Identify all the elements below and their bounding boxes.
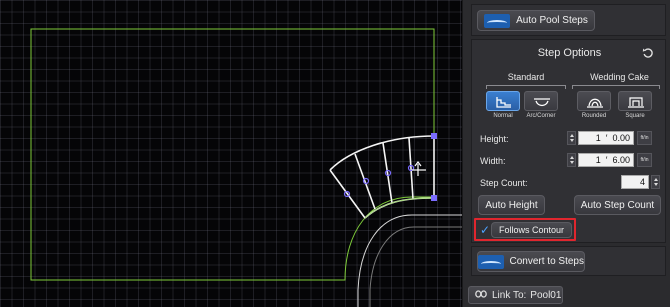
step-type-square-button[interactable] [618, 91, 652, 111]
step-type-normal-button[interactable] [486, 91, 520, 111]
step-type-rounded-button[interactable] [577, 91, 611, 111]
checkmark-icon[interactable]: ✓ [480, 223, 490, 237]
height-inches: 0.00 [612, 133, 630, 143]
link-to-label: Link To: [492, 289, 527, 301]
width-spinner[interactable] [567, 153, 576, 167]
height-spinner[interactable] [567, 131, 576, 145]
step-count-spinner[interactable] [651, 175, 660, 189]
convert-steps-icon [478, 254, 504, 269]
corner-handle-bottom [431, 195, 437, 201]
design-canvas[interactable] [0, 0, 462, 307]
square-step-icon [628, 97, 644, 108]
arc-corner-step-icon [534, 98, 550, 107]
height-unit-toggle[interactable]: ft/in [637, 131, 652, 145]
step-handles [343, 164, 415, 198]
width-inches: 6.00 [612, 155, 630, 165]
height-feet: 1 [595, 133, 601, 143]
step-count-label: Step Count: [480, 178, 528, 188]
width-label: Width: [480, 156, 506, 166]
auto-pool-steps-section: Auto Pool Steps [471, 4, 666, 36]
follows-contour-highlight: ✓ Follows Contour [474, 218, 576, 241]
normal-step-icon [496, 97, 511, 108]
corner-handle-top [431, 133, 437, 139]
pool-steps [329, 135, 435, 219]
auto-step-count-button[interactable]: Auto Step Count [574, 195, 661, 215]
standard-group-label: Standard [507, 72, 545, 82]
width-field[interactable]: 1 ′ 6.00 [578, 153, 634, 167]
step-type-rounded-caption: Rounded [581, 113, 607, 119]
height-field[interactable]: 1 ′ 0.00 [578, 131, 634, 145]
reset-icon[interactable] [642, 47, 654, 59]
link-to-button[interactable]: Link To: Pool01 [468, 286, 563, 304]
standard-group-bracket [486, 85, 566, 89]
move-cursor-icon [412, 161, 426, 176]
wedding-cake-group-label: Wedding Cake [590, 72, 649, 82]
coping-contour [357, 214, 462, 307]
step-count-field[interactable]: 4 [621, 175, 649, 189]
step-type-arc-corner-button[interactable] [524, 91, 558, 111]
convert-to-steps-button[interactable]: Convert to Steps [477, 251, 585, 272]
coping-inner [369, 226, 462, 307]
wedding-cake-group-bracket [572, 85, 660, 89]
link-icon [475, 289, 487, 301]
link-to-value: Pool01 [530, 289, 562, 301]
height-label: Height: [480, 134, 509, 144]
pool-outline [30, 28, 435, 281]
step-options-section: Step Options Standard Wedding Cake Norma… [471, 39, 666, 243]
auto-pool-steps-label: Auto Pool Steps [516, 15, 588, 26]
follows-contour-toggle[interactable]: Follows Contour [491, 222, 572, 238]
step-type-square-caption: Square [625, 113, 645, 119]
convert-to-steps-label: Convert to Steps [509, 256, 584, 267]
width-unit-toggle[interactable]: ft/in [637, 153, 652, 167]
step-options-title: Step Options [537, 47, 602, 59]
step-type-normal-caption: Normal [493, 113, 513, 119]
step-type-arc-corner-caption: Arc/Corner [526, 113, 556, 119]
properties-panel: Auto Pool Steps Step Options Standard We… [462, 0, 670, 307]
auto-pool-steps-button[interactable]: Auto Pool Steps [477, 10, 595, 31]
width-feet: 1 [595, 155, 601, 165]
rounded-step-icon [587, 98, 603, 108]
pool-drawing [30, 28, 462, 307]
auto-height-button[interactable]: Auto Height [478, 195, 545, 215]
pool-steps-icon [484, 13, 511, 28]
convert-section: Convert to Steps [471, 246, 666, 276]
